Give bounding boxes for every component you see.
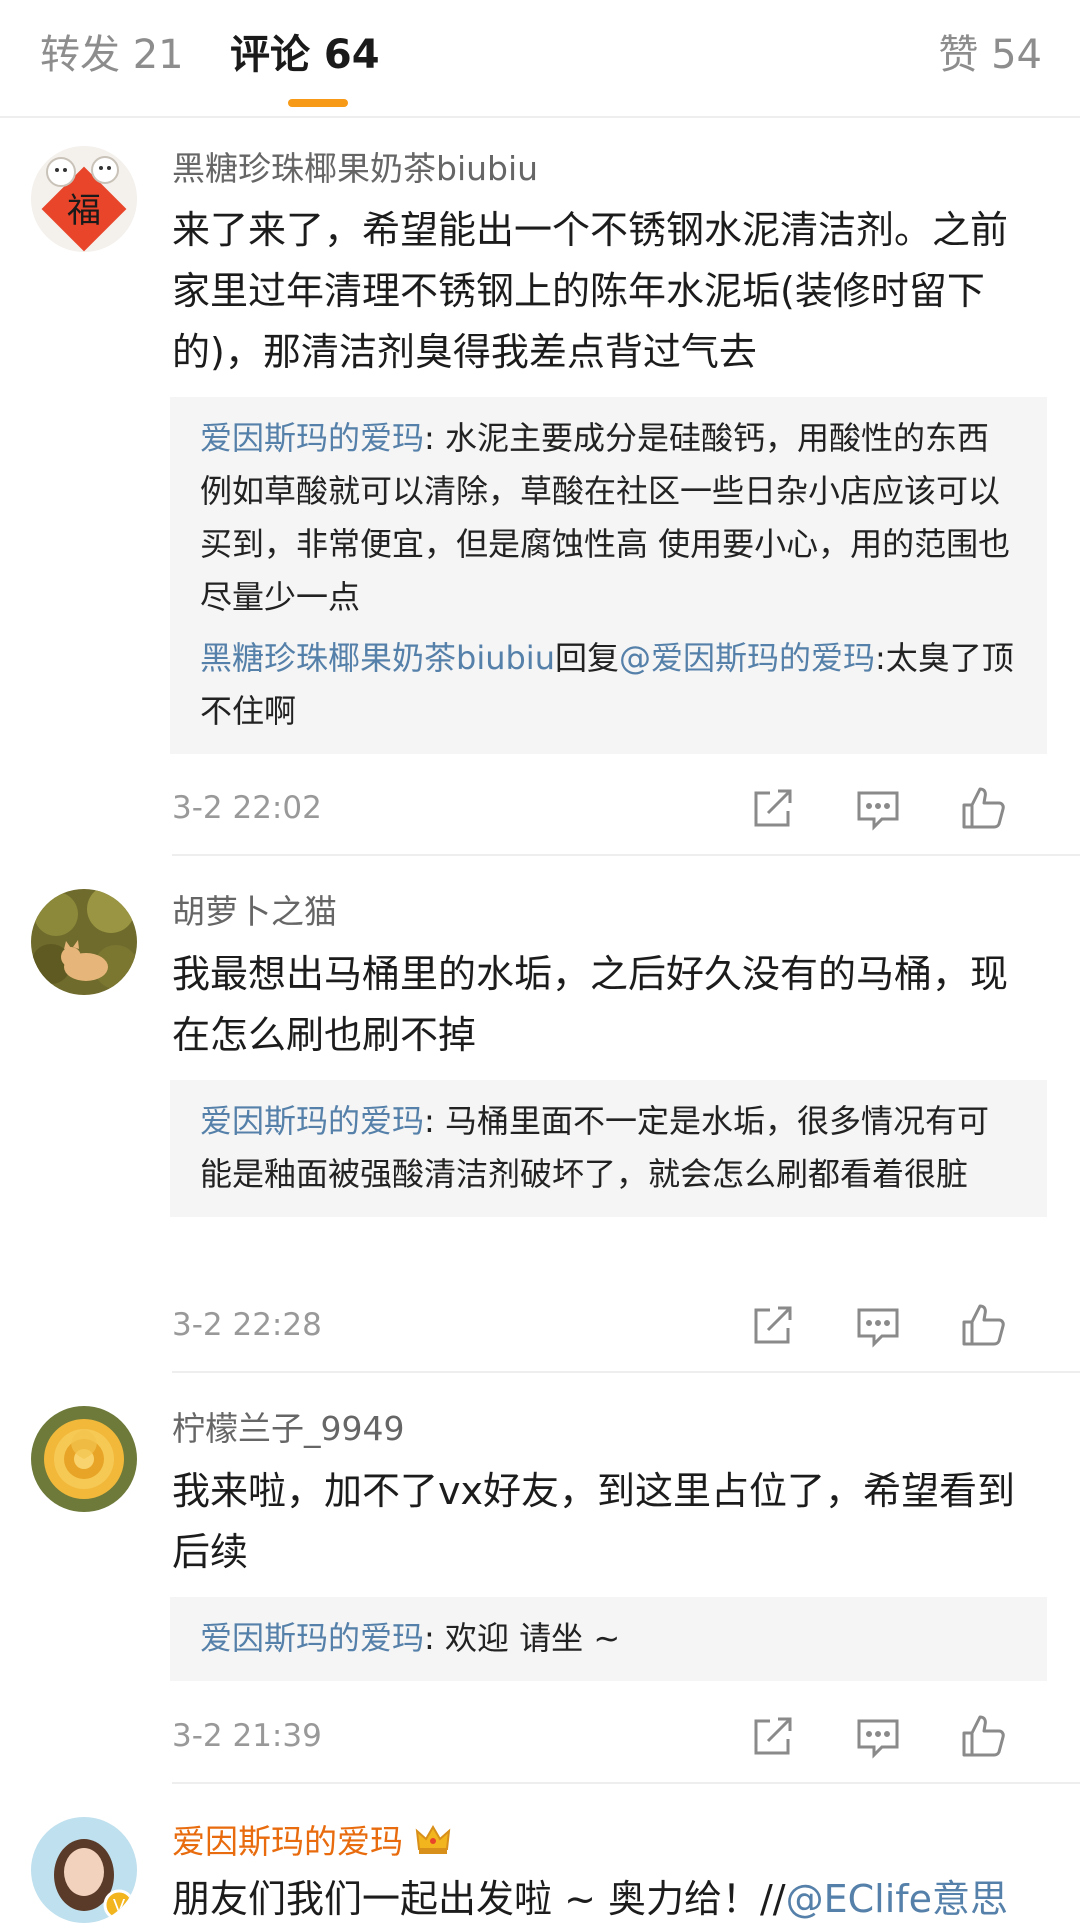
comment-timestamp: 3-2 21:39: [172, 1718, 322, 1754]
comment-text: 朋友们我们一起出发啦 ~ 奥力给！//@EClife意思: [172, 1869, 1032, 1930]
reply-item: 爱因斯玛的爱玛: 马桶里面不一定是水垢，很多情况有可能是釉面被强酸清洁剂破坏了，…: [200, 1095, 1017, 1201]
comment-timestamp: 3-2 22:28: [172, 1307, 322, 1343]
mention-link[interactable]: @EClife意思: [786, 1877, 1008, 1921]
reply-separator: :: [424, 419, 445, 457]
like-icon[interactable]: [958, 1300, 1008, 1350]
comment-username[interactable]: 柠檬兰子_9949: [172, 1408, 404, 1450]
reply-separator: :: [424, 1102, 445, 1140]
reply-verb: 回复: [554, 639, 619, 677]
crown-badge-icon: [413, 1819, 453, 1869]
comment-text: 来了来了，希望能出一个不锈钢水泥清洁剂。之前家里过年清理不锈钢上的陈年水泥垢(装…: [172, 208, 1009, 374]
comment-divider: [172, 1782, 1080, 1784]
comment-actions: [748, 783, 1048, 833]
reply-author-link[interactable]: 爱因斯玛的爱玛: [200, 419, 424, 457]
repost-icon[interactable]: [748, 1300, 798, 1350]
repost-icon[interactable]: [748, 783, 798, 833]
reply-box[interactable]: 爱因斯玛的爱玛: 欢迎 请坐 ~: [170, 1597, 1047, 1681]
repost-icon[interactable]: [748, 1711, 798, 1761]
reply-separator: :: [424, 1619, 445, 1657]
comment-icon[interactable]: [853, 783, 903, 833]
reply-box[interactable]: 爱因斯玛的爱玛: 水泥主要成分是硅酸钙，用酸性的东西例如草酸就可以清除，草酸在社…: [170, 397, 1047, 754]
comment-tab-bar: 转发 21 评论 64 赞 54: [0, 0, 1080, 118]
author-name[interactable]: 爱因斯玛的爱玛: [172, 1822, 403, 1861]
comment-text: 我来啦，加不了vx好友，到这里占位了，希望看到后续: [172, 1469, 1015, 1574]
reply-box[interactable]: 爱因斯玛的爱玛: 马桶里面不一定是水垢，很多情况有可能是釉面被强酸清洁剂破坏了，…: [170, 1080, 1047, 1217]
comment-actions: [748, 1300, 1048, 1350]
comment-username[interactable]: 爱因斯玛的爱玛: [172, 1819, 453, 1869]
reply-item: 爱因斯玛的爱玛: 水泥主要成分是硅酸钙，用酸性的东西例如草酸就可以清除，草酸在社…: [200, 412, 1017, 624]
reply-item: 黑糖珍珠椰果奶茶biubiu回复@爱因斯玛的爱玛:太臭了顶不住啊: [200, 632, 1017, 738]
comment-divider: [172, 854, 1080, 856]
comment-actions: [748, 1711, 1048, 1761]
comment-text-content: 朋友们我们一起出发啦 ~ 奥力给！//: [172, 1877, 786, 1921]
reply-text: 欢迎 请坐 ~: [444, 1619, 621, 1657]
comment-timestamp: 3-2 22:02: [172, 790, 322, 826]
comment-text: 我最想出马桶里的水垢，之后好久没有的马桶，现在怎么刷也刷不掉: [172, 952, 1009, 1057]
comment-icon[interactable]: [853, 1711, 903, 1761]
svg-text:V: V: [113, 1896, 126, 1917]
like-icon[interactable]: [958, 783, 1008, 833]
cat-avatar-icon[interactable]: [31, 889, 137, 995]
reply-mention-link[interactable]: @爱因斯玛的爱玛: [619, 639, 875, 677]
reply-author-link[interactable]: 爱因斯玛的爱玛: [200, 1619, 424, 1657]
tab-likes[interactable]: 赞 54: [938, 30, 1042, 80]
reply-item: 爱因斯玛的爱玛: 欢迎 请坐 ~: [200, 1612, 1017, 1665]
reply-author-link[interactable]: 黑糖珍珠椰果奶茶biubiu: [200, 639, 555, 677]
comment-icon[interactable]: [853, 1300, 903, 1350]
comment-username[interactable]: 胡萝卜之猫: [172, 891, 337, 933]
comment-username[interactable]: 黑糖珍珠椰果奶茶biubiu: [172, 148, 538, 190]
rose-avatar-icon[interactable]: [31, 1406, 137, 1512]
tab-comments[interactable]: 评论 64: [230, 30, 380, 80]
fu-character-avatar-icon[interactable]: 福: [31, 146, 137, 252]
reply-separator: :: [875, 639, 886, 677]
active-tab-indicator: [288, 99, 348, 107]
reply-author-link[interactable]: 爱因斯玛的爱玛: [200, 1102, 424, 1140]
svg-text:福: 福: [67, 191, 101, 231]
woman-avatar-icon[interactable]: V: [31, 1817, 137, 1923]
tab-repost[interactable]: 转发 21: [40, 30, 184, 80]
comment-divider: [172, 1371, 1080, 1373]
like-icon[interactable]: [958, 1711, 1008, 1761]
